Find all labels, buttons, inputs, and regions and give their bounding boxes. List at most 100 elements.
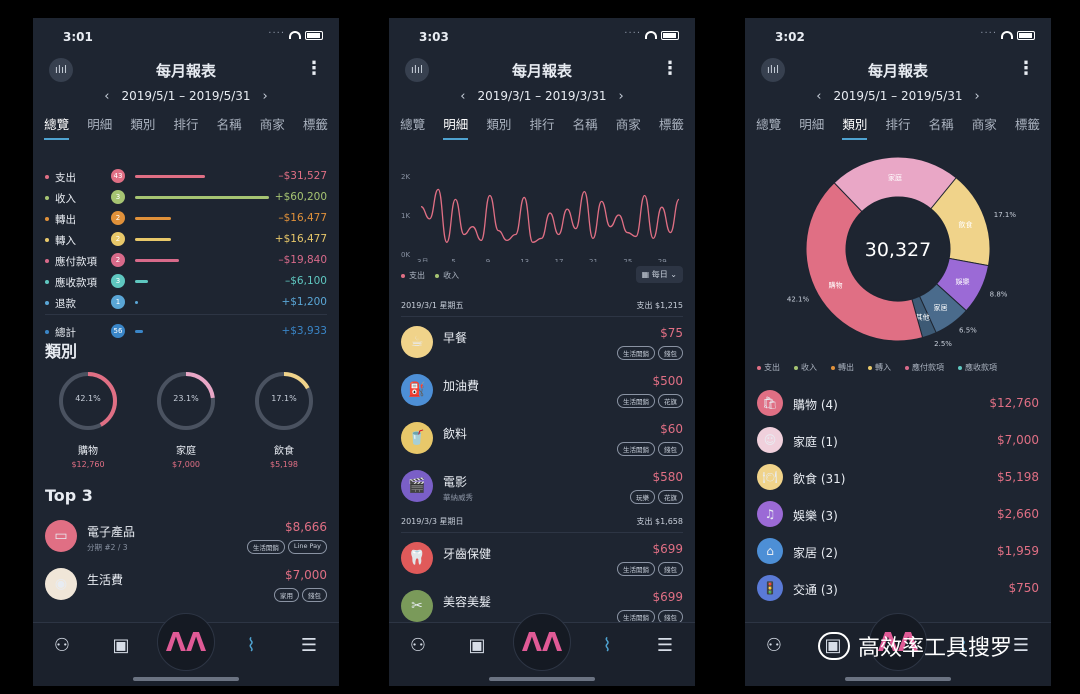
tab-category[interactable]: 類別 xyxy=(842,114,868,140)
tag-chip[interactable]: 玩樂 xyxy=(630,490,655,504)
wallet-icon[interactable]: ▣ xyxy=(109,635,133,657)
list-item[interactable]: 🎬 電影 華納威秀 $580 玩樂 花旗 xyxy=(389,468,695,512)
menu-icon[interactable]: ☰ xyxy=(1009,635,1033,657)
legend-label: 應收款項 xyxy=(965,363,997,372)
category-ring[interactable]: 23.1% 家庭 $7,000 xyxy=(151,370,221,469)
slice-percent: 2.5% xyxy=(934,340,952,348)
summary-row[interactable]: 應收款項 3 –$6,100 xyxy=(33,273,339,293)
tag-chip[interactable]: 生活開銷 xyxy=(617,394,655,408)
category-name: 購物 (4) xyxy=(793,398,838,412)
menu-icon[interactable]: ☰ xyxy=(653,635,677,657)
tab-detail[interactable]: 明細 xyxy=(443,114,469,140)
tab-merchant[interactable]: 商家 xyxy=(616,114,641,140)
profile-icon[interactable]: ⚇ xyxy=(50,635,74,657)
tab-detail[interactable]: 明細 xyxy=(799,114,824,140)
next-month-icon[interactable]: › xyxy=(975,89,980,104)
tab-category[interactable]: 類別 xyxy=(130,114,155,140)
ring-name: 飲食 xyxy=(274,446,294,457)
category-row[interactable]: ♫ 娛樂 (3) $2,660 xyxy=(745,501,1051,531)
top3-title: Top 3 xyxy=(45,486,93,505)
add-record-button[interactable]: ᐱᐱ xyxy=(157,613,215,671)
summary-row[interactable]: 應付款項 2 –$19,840 xyxy=(33,252,339,272)
tag-chip[interactable]: 花旗 xyxy=(658,490,683,504)
add-record-button[interactable]: ᐱᐱ xyxy=(513,613,571,671)
tag-chip[interactable]: 錢包 xyxy=(658,442,683,456)
more-icon[interactable]: ⋮ xyxy=(661,58,679,79)
category-row[interactable]: ⌂ 家居 (2) $1,959 xyxy=(745,538,1051,568)
tab-bar: 總覽 明細 類別 排行 名稱 商家 標籤 xyxy=(389,114,695,140)
prev-month-icon[interactable]: ‹ xyxy=(460,89,465,104)
category-row[interactable]: ☺ 家庭 (1) $7,000 xyxy=(745,427,1051,457)
ring-amount: $12,760 xyxy=(71,460,105,469)
more-icon[interactable]: ⋮ xyxy=(1017,58,1035,79)
prev-month-icon[interactable]: ‹ xyxy=(104,89,109,104)
tag-chip[interactable]: 生活開銷 xyxy=(617,562,655,576)
tab-merchant[interactable]: 商家 xyxy=(972,114,997,140)
profile-icon[interactable]: ⚇ xyxy=(762,635,786,657)
tab-overview[interactable]: 總覽 xyxy=(400,114,425,140)
category-ring[interactable]: 42.1% 購物 $12,760 xyxy=(53,370,123,469)
category-ring[interactable]: 17.1% 飲食 $5,198 xyxy=(249,370,319,469)
summary-row[interactable]: 收入 3 +$60,200 xyxy=(33,189,339,209)
report-chart-icon[interactable]: ⌇ xyxy=(239,635,263,657)
tab-overview[interactable]: 總覽 xyxy=(44,114,70,140)
summary-row[interactable]: 退款 1 +$1,200 xyxy=(33,294,339,315)
tab-tag[interactable]: 標籤 xyxy=(1015,114,1040,140)
tag-chip[interactable]: 生活開銷 xyxy=(246,540,285,554)
wifi-icon xyxy=(1001,31,1013,39)
tag-chip[interactable]: 錢包 xyxy=(302,588,327,602)
category-row[interactable]: 🍽 飲食 (31) $5,198 xyxy=(745,464,1051,494)
list-item[interactable]: ▭ 電子產品 分期 #2 / 3 $8,666 生活開銷 Line Pay xyxy=(33,518,339,562)
chart-legend: 支出 收入 xyxy=(401,270,459,281)
fuel-icon: ⛽ xyxy=(401,374,433,406)
report-chart-icon[interactable]: ⌇ xyxy=(595,635,619,657)
tab-ranking[interactable]: 排行 xyxy=(885,114,910,140)
summary-amount: +$16,477 xyxy=(274,233,327,245)
category-row[interactable]: 🚦 交通 (3) $750 xyxy=(745,575,1051,605)
tab-ranking[interactable]: 排行 xyxy=(529,114,554,140)
tab-detail[interactable]: 明細 xyxy=(87,114,112,140)
tab-tag[interactable]: 標籤 xyxy=(303,114,328,140)
next-month-icon[interactable]: › xyxy=(263,89,268,104)
x-tick-label: 3月 xyxy=(417,258,428,262)
tag-chip[interactable]: Line Pay xyxy=(287,540,327,554)
summary-row[interactable]: 轉入 2 +$16,477 xyxy=(33,231,339,251)
summary-count-badge: 2 xyxy=(111,232,125,246)
tag-chip[interactable]: 錢包 xyxy=(658,346,683,360)
list-item[interactable]: ☕ 早餐 $75 生活開銷 錢包 xyxy=(389,324,695,368)
tab-name[interactable]: 名稱 xyxy=(929,114,954,140)
tab-ranking[interactable]: 排行 xyxy=(173,114,198,140)
summary-row[interactable]: 總計 56 +$3,933 xyxy=(33,323,339,343)
y-tick-label: 2K xyxy=(401,173,410,181)
movie-icon: 🎬 xyxy=(401,470,433,502)
interval-select[interactable]: ▦ 每日 ⌄ xyxy=(635,266,683,283)
list-item[interactable]: ◉ 生活費 $7,000 家用 錢包 xyxy=(33,566,339,610)
list-item[interactable]: 🥤 飲料 $60 生活開銷 錢包 xyxy=(389,420,695,464)
x-tick-label: 29 xyxy=(658,258,667,262)
summary-label: 退款 xyxy=(55,298,76,310)
category-row[interactable]: 🛍 購物 (4) $12,760 xyxy=(745,390,1051,420)
wallet-icon[interactable]: ▣ xyxy=(465,635,489,657)
profile-icon[interactable]: ⚇ xyxy=(406,635,430,657)
list-item[interactable]: ⛽ 加油費 $500 生活開銷 花旗 xyxy=(389,372,695,416)
next-month-icon[interactable]: › xyxy=(619,89,624,104)
tag-chip[interactable]: 生活開銷 xyxy=(617,346,655,360)
summary-row[interactable]: 支出 43 –$31,527 xyxy=(33,168,339,188)
tab-name[interactable]: 名稱 xyxy=(217,114,242,140)
tag-chip[interactable]: 生活開銷 xyxy=(617,442,655,456)
summary-row[interactable]: 轉出 2 –$16,477 xyxy=(33,210,339,230)
summary-label: 應收款項 xyxy=(55,277,97,289)
tab-overview[interactable]: 總覽 xyxy=(756,114,781,140)
tab-name[interactable]: 名稱 xyxy=(573,114,598,140)
tag-chip[interactable]: 家用 xyxy=(274,588,299,602)
more-icon[interactable]: ⋮ xyxy=(305,58,323,79)
prev-month-icon[interactable]: ‹ xyxy=(816,89,821,104)
tab-tag[interactable]: 標籤 xyxy=(659,114,684,140)
menu-icon[interactable]: ☰ xyxy=(297,635,321,657)
tab-merchant[interactable]: 商家 xyxy=(260,114,285,140)
tab-category[interactable]: 類別 xyxy=(486,114,511,140)
item-tags: 生活開銷 錢包 xyxy=(617,442,683,456)
tag-chip[interactable]: 錢包 xyxy=(658,562,683,576)
list-item[interactable]: 🦷 牙齒保健 $699 生活開銷 錢包 xyxy=(389,540,695,584)
tag-chip[interactable]: 花旗 xyxy=(658,394,683,408)
